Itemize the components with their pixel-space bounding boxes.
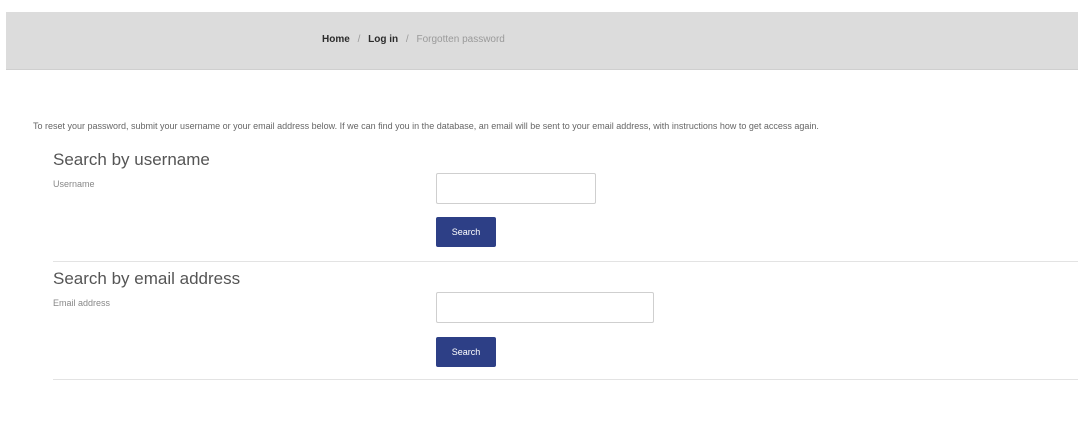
breadcrumb-bar: Home / Log in / Forgotten password xyxy=(6,12,1078,70)
email-search-button[interactable]: Search xyxy=(436,337,496,367)
breadcrumb-separator: / xyxy=(405,34,409,45)
breadcrumb-current: Forgotten password xyxy=(416,34,505,45)
username-label: Username xyxy=(53,179,95,189)
breadcrumb-login-link[interactable]: Log in xyxy=(368,34,398,45)
email-label: Email address xyxy=(53,298,111,308)
breadcrumb: Home / Log in / Forgotten password xyxy=(322,33,505,47)
section-divider xyxy=(53,379,1078,380)
email-input[interactable] xyxy=(436,292,654,323)
username-section-title: Search by username xyxy=(53,150,210,169)
breadcrumb-home-link[interactable]: Home xyxy=(322,34,350,45)
email-section-title: Search by email address xyxy=(53,269,241,288)
instructions-text: To reset your password, submit your user… xyxy=(33,121,819,131)
username-search-button[interactable]: Search xyxy=(436,217,496,247)
page: Home / Log in / Forgotten password To re… xyxy=(0,0,1078,423)
section-divider xyxy=(53,261,1078,262)
breadcrumb-separator: / xyxy=(357,34,361,45)
username-input[interactable] xyxy=(436,173,596,204)
